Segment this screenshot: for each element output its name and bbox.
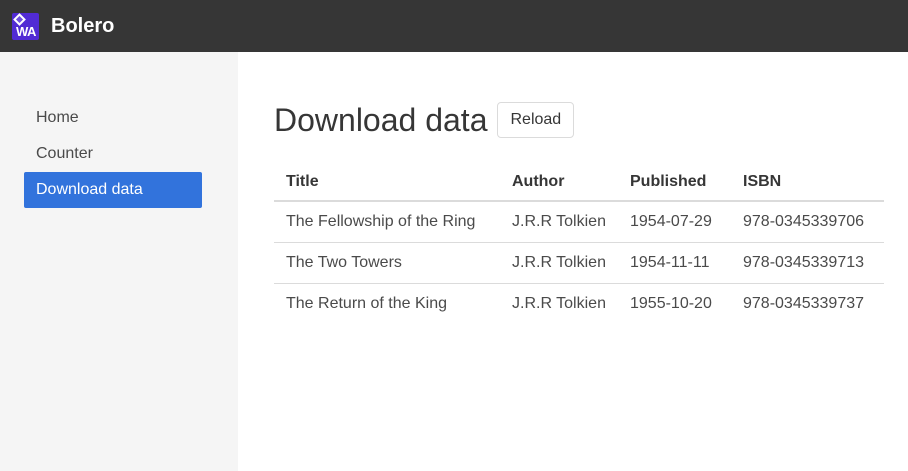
logo-text: WA	[16, 23, 36, 39]
column-header-published: Published	[618, 163, 731, 202]
table-header-row: Title Author Published ISBN	[274, 163, 884, 202]
sidebar-item-counter[interactable]: Counter	[24, 136, 202, 172]
column-header-isbn: ISBN	[731, 163, 884, 202]
brand-name: Bolero	[51, 14, 115, 37]
cell-published: 1955-10-20	[630, 294, 712, 312]
table-row: The Return of the King J.R.R Tolkien 195…	[274, 283, 884, 324]
cell-title: The Two Towers	[274, 242, 500, 284]
column-header-title: Title	[274, 163, 500, 202]
top-navbar: WA Bolero	[0, 0, 908, 52]
cell-published: 1954-07-29	[618, 201, 731, 243]
sidebar: Home Counter Download data	[0, 52, 238, 471]
page-title: Download data	[274, 102, 488, 138]
cell-published: 1954-11-11	[618, 242, 731, 284]
cell-author: J.R.R Tolkien	[500, 201, 618, 243]
books-table: Title Author Published ISBN The Fellowsh…	[274, 163, 884, 324]
table-row: The Two Towers J.R.R Tolkien 1954-11-11 …	[274, 242, 884, 284]
sidebar-item-home[interactable]: Home	[24, 100, 202, 136]
cell-author: J.R.R Tolkien	[512, 294, 606, 312]
cell-title: The Return of the King	[286, 294, 447, 312]
reload-button[interactable]: Reload	[497, 102, 575, 138]
title-row: Download data Reload	[274, 100, 575, 140]
cell-isbn: 978-0345339737	[743, 294, 865, 312]
cell-title: The Fellowship of the Ring	[274, 201, 500, 243]
sidebar-menu: Home Counter Download data	[24, 100, 202, 208]
cell-author: J.R.R Tolkien	[500, 242, 618, 284]
sidebar-item-download-data[interactable]: Download data	[24, 172, 202, 208]
webassembly-logo-icon: WA	[12, 12, 39, 40]
table-row: The Fellowship of the Ring J.R.R Tolkien…	[274, 201, 884, 243]
cell-isbn: 978-0345339713	[731, 242, 884, 284]
table-body: The Fellowship of the Ring J.R.R Tolkien…	[274, 201, 884, 324]
column-header-author: Author	[500, 163, 618, 202]
table-header: Title Author Published ISBN	[274, 163, 884, 202]
brand-link[interactable]: WA Bolero	[12, 12, 115, 40]
cell-isbn: 978-0345339706	[731, 201, 884, 243]
